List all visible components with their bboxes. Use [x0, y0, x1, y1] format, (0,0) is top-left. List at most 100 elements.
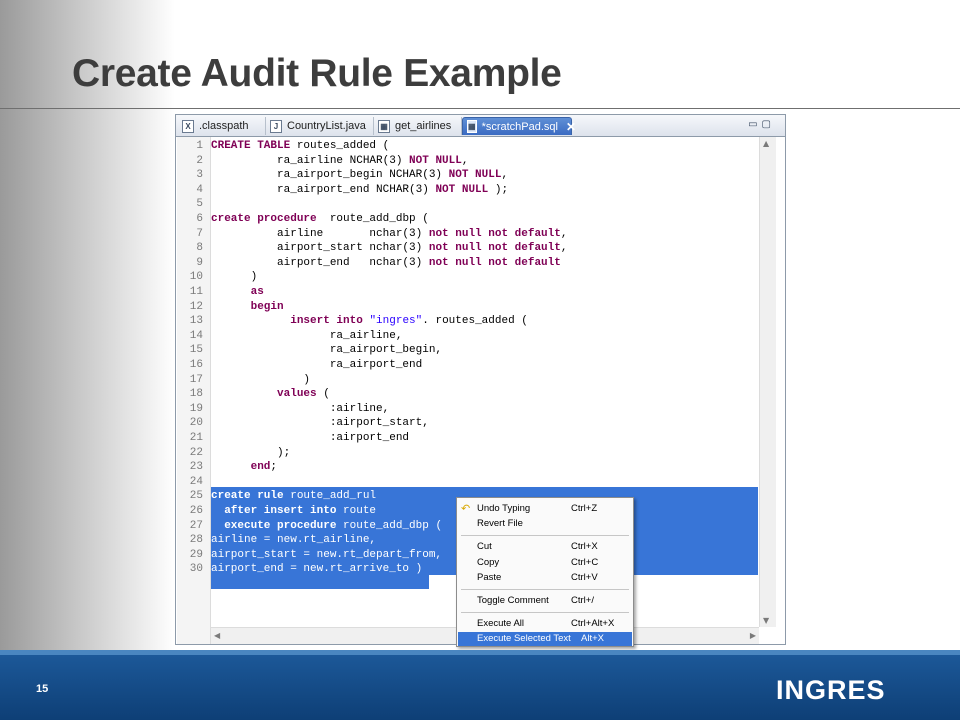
sql-keyword: NOT NULL	[435, 183, 489, 196]
sql-file-icon: ▦	[467, 120, 477, 133]
menu-item-cut[interactable]: Cut Ctrl+X	[458, 540, 632, 554]
window-controls: ▭▢	[748, 119, 775, 130]
code-text: (	[316, 388, 330, 401]
code-text: ,	[560, 242, 568, 255]
sql-keyword: not null not default	[428, 227, 561, 240]
code-line[interactable]: ra_airline,	[211, 329, 758, 344]
line-number: 6	[196, 213, 203, 225]
line-number: 20	[189, 417, 203, 430]
line-number: 15	[189, 344, 203, 357]
code-text: airline nchar(3)	[211, 227, 429, 240]
code-text: route_add_dbp (	[336, 519, 443, 532]
code-text: airport_start nchar(3)	[211, 242, 429, 255]
code-line[interactable]: ra_airport_begin,	[211, 343, 758, 358]
line-number: 21	[189, 432, 203, 444]
scroll-left-icon[interactable]: ◀	[214, 631, 220, 640]
code-line[interactable]: :airport_start,	[211, 416, 758, 431]
tab-classpath[interactable]: X .classpath	[178, 117, 266, 135]
menu-item-revert-file[interactable]: Revert File	[458, 517, 632, 531]
code-line[interactable]: values (	[211, 387, 758, 402]
code-line[interactable]: end;	[211, 460, 758, 475]
code-line[interactable]: as	[211, 285, 758, 300]
sql-keyword: create rule	[211, 490, 284, 503]
menu-item-toggle-comment[interactable]: Toggle Comment Ctrl+/	[458, 594, 632, 608]
slide-title: Create Audit Rule Example	[72, 52, 562, 95]
code-line[interactable]: insert into "ingres". routes_added (	[211, 314, 758, 329]
code-line[interactable]: airline nchar(3) not null not default,	[211, 227, 758, 242]
line-number: 28	[189, 534, 203, 547]
code-line[interactable]: :airport_end	[211, 431, 758, 446]
line-number: 12	[189, 300, 203, 313]
code-text: ra_airport_end	[211, 359, 423, 371]
code-line[interactable]: );	[211, 446, 758, 461]
menu-separator	[461, 535, 629, 536]
code-text: ,	[461, 154, 469, 167]
code-line[interactable]	[211, 475, 758, 490]
code-line[interactable]: ra_airport_begin NCHAR(3) NOT NULL,	[211, 168, 758, 183]
scroll-right-icon[interactable]: ▶	[750, 631, 756, 640]
sql-keyword: not null not default	[428, 242, 561, 255]
scroll-down-icon[interactable]: ▼	[763, 616, 769, 625]
code-line[interactable]: )	[211, 373, 758, 388]
minimize-icon[interactable]: ▭	[748, 119, 761, 130]
code-line[interactable]: airport_end nchar(3) not null not defaul…	[211, 256, 758, 271]
code-text: airline = new.rt_airline,	[211, 534, 377, 547]
code-text: )	[211, 373, 311, 386]
line-number: 13	[189, 315, 203, 328]
line-number: 8	[196, 242, 203, 255]
menu-separator	[461, 612, 629, 613]
menu-item-execute-selected-text[interactable]: Execute Selected Text Alt+X	[458, 632, 632, 646]
line-number: 1	[196, 140, 203, 152]
ingres-logo: INGRES	[776, 675, 886, 705]
code-line[interactable]: ra_airport_end NCHAR(3) NOT NULL );	[211, 183, 758, 198]
code-text: :airline,	[211, 402, 390, 415]
tab-scratchpad-sql[interactable]: ▦ *scratchPad.sql ✕	[462, 117, 576, 135]
menu-item-copy[interactable]: Copy Ctrl+C	[458, 556, 632, 570]
menu-item-undo-typing[interactable]: ↶ Undo Typing Ctrl+Z	[458, 502, 632, 516]
sql-keyword: NOT NULL	[448, 169, 502, 182]
line-number: 17	[189, 373, 203, 386]
code-line[interactable]: )	[211, 270, 758, 285]
line-number: 16	[189, 359, 203, 371]
line-number: 29	[189, 548, 203, 561]
maximize-icon[interactable]: ▢	[762, 119, 775, 130]
code-text: :airport_end	[211, 432, 410, 444]
tab-get-airlines[interactable]: ▦ get_airlines	[374, 117, 462, 135]
sql-keyword: as	[250, 286, 264, 298]
line-number: 14	[189, 329, 203, 342]
code-line[interactable]: begin	[211, 300, 758, 315]
line-number: 2	[196, 154, 203, 167]
menu-item-execute-all[interactable]: Execute All Ctrl+Alt+X	[458, 617, 632, 631]
scroll-up-icon[interactable]: ▲	[763, 139, 769, 148]
tab-label: .classpath	[199, 120, 249, 132]
code-line[interactable]: :airline,	[211, 402, 758, 417]
code-line[interactable]	[211, 197, 758, 212]
code-text: route	[336, 505, 377, 517]
code-line[interactable]: create procedure route_add_dbp (	[211, 212, 758, 227]
line-number: 23	[189, 461, 203, 474]
close-tab-icon[interactable]: ✕	[566, 120, 576, 134]
vertical-scrollbar[interactable]: ▲ ▼	[759, 137, 776, 627]
code-line[interactable]: ra_airline NCHAR(3) NOT NULL,	[211, 154, 758, 169]
tab-countrylist-java[interactable]: J CountryList.java	[266, 117, 374, 135]
code-text: ra_airport_begin NCHAR(3)	[211, 169, 449, 182]
sql-keyword: insert into	[290, 315, 363, 328]
code-text: :airport_start,	[211, 417, 429, 430]
code-text: ra_airport_begin,	[211, 344, 443, 357]
line-number: 30	[189, 563, 203, 576]
sql-keyword: CREATE TABLE	[211, 140, 291, 152]
tab-label: get_airlines	[395, 120, 452, 132]
line-number: 25	[189, 490, 203, 503]
xml-file-icon: X	[182, 119, 194, 133]
code-line[interactable]: airport_start nchar(3) not null not defa…	[211, 241, 758, 256]
code-text: );	[211, 446, 291, 459]
line-number: 18	[189, 388, 203, 401]
code-text: . routes_added (	[422, 315, 528, 328]
code-line[interactable]: ra_airport_end	[211, 358, 758, 373]
undo-icon: ↶	[461, 502, 471, 515]
menu-item-paste[interactable]: Paste Ctrl+V	[458, 571, 632, 585]
code-line[interactable]: CREATE TABLE routes_added (	[211, 139, 758, 154]
sql-keyword: execute procedure	[224, 519, 337, 532]
